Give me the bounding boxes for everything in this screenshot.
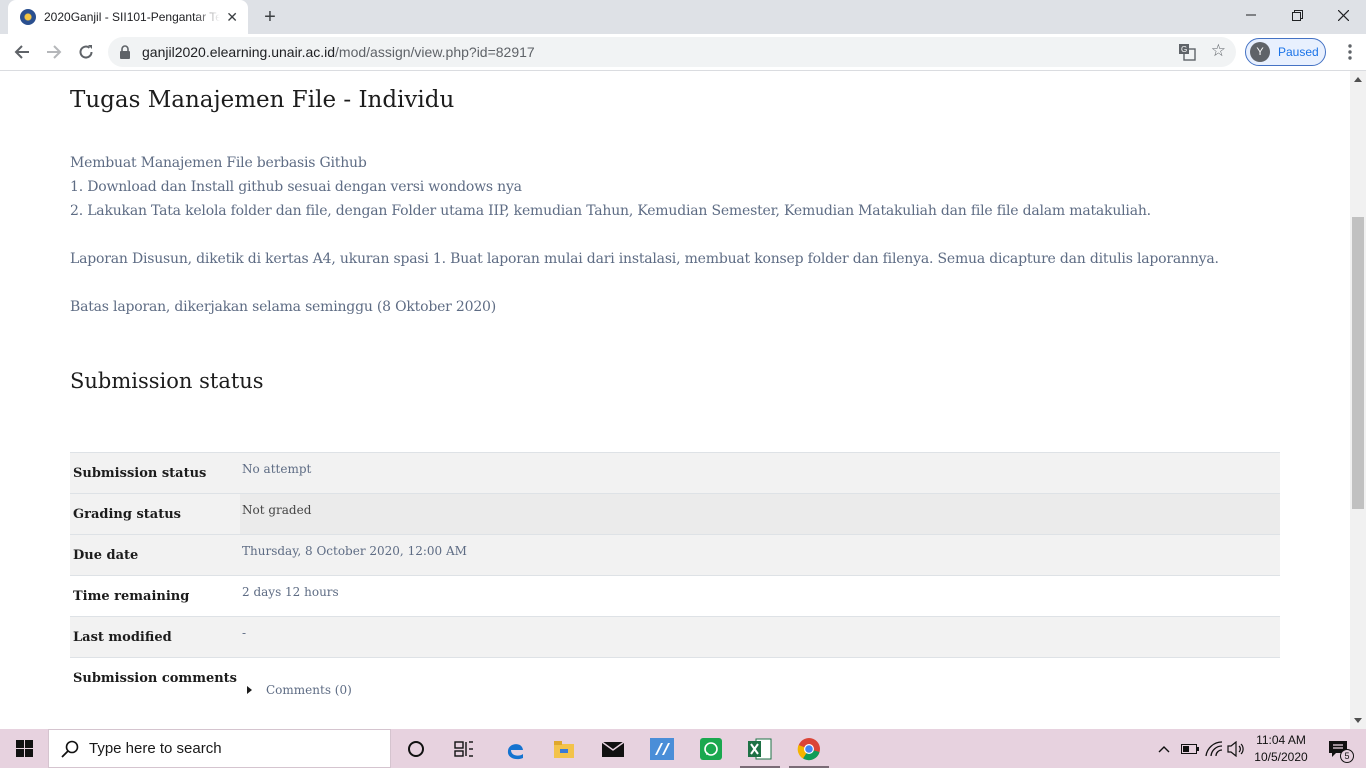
submission-comments-cell: Comments (0) [240,658,1280,699]
clock-time: 11:04 AM [1256,733,1306,747]
edge-icon[interactable] [491,729,539,768]
comments-link[interactable]: Comments (0) [266,683,352,697]
show-hidden-icons-icon[interactable] [1155,729,1173,768]
intro-line: 2. Lakukan Tata kelola folder dan file, … [70,203,1151,219]
grading-status-value: Not graded [240,493,1280,535]
browser-toolbar: ganjil2020.elearning.unair.ac.id/mod/ass… [0,34,1366,71]
table-row: Submission comments Comments (0) [70,657,1280,699]
minimize-button[interactable] [1228,0,1274,30]
file-explorer-icon[interactable] [540,729,588,768]
submission-status-table: Submission status No attempt Grading sta… [70,452,1280,699]
row-label: Grading status [73,507,181,522]
intro-line: Laporan Disusun, diketik di kertas A4, u… [70,251,1219,267]
search-placeholder: Type here to search [89,740,222,757]
close-tab-icon[interactable]: ✕ [226,9,238,26]
clock-date: 10/5/2020 [1254,750,1308,764]
comments-toggle[interactable]: Comments (0) [247,683,1278,697]
last-modified-value: - [242,626,247,640]
app-icon[interactable] [638,729,686,768]
back-button[interactable] [8,38,36,66]
whatsapp-icon[interactable] [687,729,735,768]
scroll-up-arrow-icon[interactable] [1354,77,1362,82]
avatar: Y [1250,42,1270,62]
svg-text:G: G [1181,45,1187,54]
system-clock[interactable]: 11:04 AM 10/5/2020 [1246,732,1316,766]
close-window-button[interactable] [1320,0,1366,30]
excel-icon[interactable] [736,729,784,768]
address-bar[interactable]: ganjil2020.elearning.unair.ac.id/mod/ass… [108,37,1236,67]
table-row: Last modified - [70,616,1280,658]
page-viewport: Tugas Manajemen File - Individu Membuat … [0,71,1350,729]
submission-status-value: No attempt [242,462,312,476]
chrome-icon[interactable] [785,729,833,768]
lock-icon[interactable] [119,45,131,64]
taskbar-search[interactable]: Type here to search [48,729,391,768]
url-host: ganjil2020.elearning.unair.ac.id [142,44,336,60]
row-label: Due date [73,548,139,563]
table-row: Due date Thursday, 8 October 2020, 12:00… [70,534,1280,576]
browser-tabstrip: 2020Ganjil - SII101-Pengantar Teknologi … [0,0,1366,34]
search-icon [61,740,79,758]
time-remaining-value: 2 days 12 hours [242,585,339,599]
url-text: ganjil2020.elearning.unair.ac.id/mod/ass… [142,44,535,60]
url-path: /mod/assign/view.php?id=82917 [335,44,535,60]
action-center-button[interactable]: 5 [1318,729,1358,768]
bookmark-star-icon[interactable]: ☆ [1211,41,1226,61]
task-view-icon[interactable] [440,729,488,768]
forward-button[interactable] [40,38,68,66]
reload-button[interactable] [72,38,100,66]
page-scrollbar[interactable] [1350,71,1366,729]
table-row: Submission status No attempt [70,452,1280,494]
windows-taskbar: Type here to search 11:04 AM 10/5/2020 5 [0,729,1366,768]
due-date-value: Thursday, 8 October 2020, 12:00 AM [242,544,467,558]
new-tab-button[interactable]: + [258,5,282,29]
scroll-thumb[interactable] [1352,217,1364,509]
scroll-down-arrow-icon[interactable] [1354,718,1362,723]
browser-tab[interactable]: 2020Ganjil - SII101-Pengantar Teknologi … [8,0,248,34]
tab-title: 2020Ganjil - SII101-Pengantar Teknologi … [44,10,221,24]
row-label: Submission status [73,466,207,481]
row-label: Time remaining [73,589,190,604]
submission-status-heading: Submission status [70,369,264,393]
row-label: Submission comments [73,671,237,686]
profile-status: Paused [1278,45,1319,59]
battery-icon[interactable] [1180,729,1200,768]
intro-line: Batas laporan, dikerjakan selama semingg… [70,299,497,315]
row-label: Last modified [73,630,172,645]
assignment-intro: Membuat Manajemen File berbasis Github 1… [70,151,1219,319]
page-title: Tugas Manajemen File - Individu [70,87,455,113]
cortana-icon[interactable] [392,729,440,768]
menu-kebab-icon[interactable] [1338,38,1362,66]
volume-icon[interactable] [1226,729,1246,768]
translate-icon[interactable]: G [1178,43,1196,61]
caret-right-icon [247,686,252,694]
notification-count-badge: 5 [1340,749,1354,763]
wifi-icon[interactable] [1204,729,1224,768]
table-row: Grading status Not graded [70,493,1280,535]
restore-button[interactable] [1274,0,1320,30]
window-controls [1228,0,1366,30]
windows-logo-icon [15,740,33,757]
mail-icon[interactable] [589,729,637,768]
start-button[interactable] [0,729,48,768]
unair-favicon-icon [20,9,36,25]
intro-line: 1. Download dan Install github sesuai de… [70,179,522,195]
table-row: Time remaining 2 days 12 hours [70,575,1280,617]
profile-button[interactable]: Y Paused [1245,38,1326,66]
intro-line: Membuat Manajemen File berbasis Github [70,155,367,171]
